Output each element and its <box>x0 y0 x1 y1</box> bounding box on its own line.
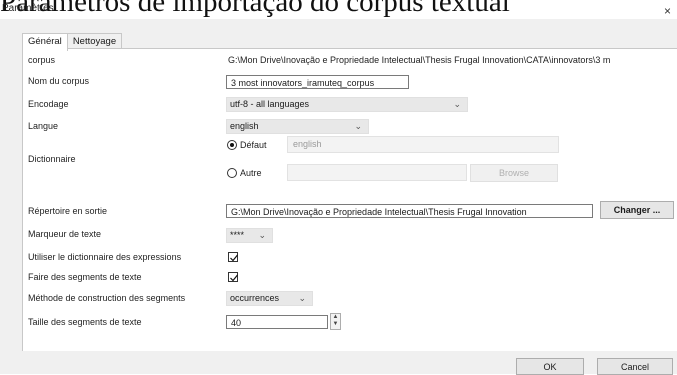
segment-size-spinner[interactable]: ▲ ▼ <box>330 313 341 330</box>
text-segments-label: Faire des segments de texte <box>28 272 142 282</box>
dialog-title: Paramètres <box>2 3 54 14</box>
text-segments-checkbox[interactable] <box>228 272 238 282</box>
chevron-down-icon: ⌄ <box>354 121 362 131</box>
dictionary-label: Dictionnaire <box>28 154 76 164</box>
encoding-value: utf-8 - all languages <box>230 99 310 109</box>
radio-default-label: Défaut <box>240 140 267 150</box>
language-label: Langue <box>28 121 59 131</box>
expressions-dictionary-checkbox[interactable] <box>228 252 238 262</box>
dialog-window: Paramètres × Général Nettoyage corpus G:… <box>0 3 677 375</box>
change-dir-button[interactable]: Changer ... <box>600 201 674 219</box>
output-dir-input[interactable]: G:\Mon Drive\Inovação e Propriedade Inte… <box>226 204 593 218</box>
corpus-name-label: Nom du corpus <box>28 76 90 86</box>
segment-method-label: Méthode de construction des segments <box>28 293 186 303</box>
ok-button[interactable]: OK <box>516 358 584 375</box>
encoding-select[interactable]: utf-8 - all languages ⌄ <box>226 97 468 112</box>
segment-method-value: occurrences <box>230 293 280 303</box>
corpus-label: corpus <box>28 55 56 65</box>
browse-button[interactable]: Browse <box>470 164 558 182</box>
language-select[interactable]: english ⌄ <box>226 119 369 134</box>
tab-bar: Général Nettoyage <box>22 33 123 51</box>
text-marker-label: Marqueur de texte <box>28 229 102 239</box>
text-marker-select[interactable]: **** ⌄ <box>226 228 273 243</box>
checkmark-icon <box>230 254 238 262</box>
segment-method-select[interactable]: occurrences ⌄ <box>226 291 313 306</box>
radio-other[interactable] <box>227 168 237 178</box>
spin-up-icon[interactable]: ▲ <box>331 314 340 321</box>
corpus-name-input[interactable]: 3 most innovators_iramuteq_corpus <box>226 75 409 89</box>
cancel-button[interactable]: Cancel <box>597 358 673 375</box>
other-dictionary-input[interactable] <box>287 164 467 181</box>
radio-other-label: Autre <box>240 168 262 178</box>
language-value: english <box>230 121 259 131</box>
general-tab-panel: corpus G:\Mon Drive\Inovação e Proprieda… <box>22 48 677 351</box>
chevron-down-icon: ⌄ <box>453 99 461 109</box>
expressions-dictionary-label: Utiliser le dictionnaire des expressions <box>28 252 182 262</box>
output-dir-label: Répertoire en sortie <box>28 206 108 216</box>
chevron-down-icon: ⌄ <box>258 230 266 240</box>
checkmark-icon <box>230 274 238 282</box>
close-icon[interactable]: × <box>664 5 671 17</box>
tab-general[interactable]: Général <box>22 33 68 51</box>
spin-down-icon[interactable]: ▼ <box>331 321 340 328</box>
chevron-down-icon: ⌄ <box>298 293 306 303</box>
default-dictionary-field: english <box>287 136 559 153</box>
figure-caption: Parâmetros de importação do corpus textu… <box>0 0 510 18</box>
segment-size-label: Taille des segments de texte <box>28 317 142 327</box>
segment-size-input[interactable]: 40 <box>226 315 328 329</box>
radio-default[interactable] <box>227 140 237 150</box>
encoding-label: Encodage <box>28 99 69 109</box>
corpus-path: G:\Mon Drive\Inovação e Propriedade Inte… <box>228 55 611 65</box>
text-marker-value: **** <box>230 230 245 240</box>
